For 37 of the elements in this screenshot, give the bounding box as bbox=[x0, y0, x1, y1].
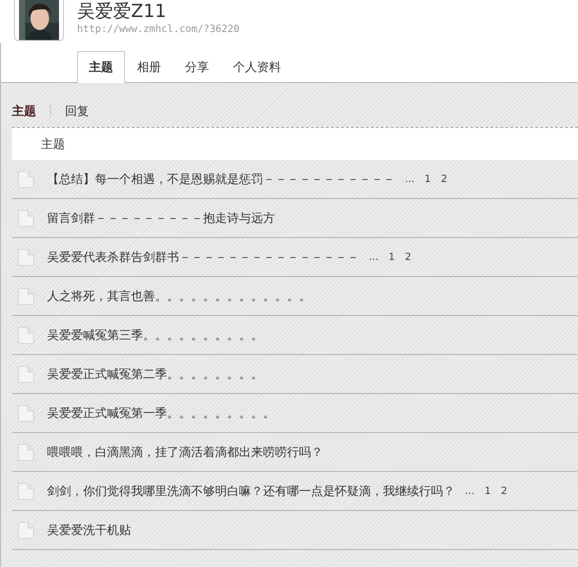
filter-tab[interactable]: 回复 bbox=[65, 102, 89, 120]
document-icon bbox=[18, 482, 34, 500]
thread-title-link[interactable]: 吴爱爱喊冤第三季。。。。。。。。。。 bbox=[47, 326, 263, 344]
tab[interactable]: 相册 bbox=[125, 52, 173, 82]
page-link[interactable]: 1 bbox=[484, 486, 491, 496]
page-link[interactable]: ... bbox=[405, 174, 415, 184]
page-link[interactable]: 2 bbox=[500, 486, 508, 496]
document-icon bbox=[18, 366, 34, 382]
thread-title-link[interactable]: 吴爱爱洗干机贴 bbox=[47, 522, 131, 538]
thread-title-link[interactable]: 人之将死，其言也善。。。。。。。。。。。。。 bbox=[47, 288, 311, 304]
thread-title-link[interactable]: 吴爱爱正式喊冤第一季。。。。。。。。。 bbox=[47, 404, 275, 422]
thread-title-link[interactable]: 【总结】每一个相遇，不是恩赐就是惩罚－－－－－－－－－－－ bbox=[47, 170, 395, 188]
document-icon bbox=[18, 248, 34, 266]
tab[interactable]: 主题 bbox=[77, 51, 125, 83]
page-link[interactable]: 1 bbox=[424, 174, 431, 184]
tab[interactable]: 个人资料 bbox=[221, 52, 293, 82]
page-link[interactable]: ... bbox=[465, 486, 475, 496]
document-icon bbox=[18, 288, 34, 304]
column-heading: 主题 bbox=[41, 136, 65, 152]
user-name: 吴爱爱Z11 bbox=[77, 1, 168, 23]
document-icon bbox=[18, 326, 34, 344]
page-link[interactable]: 2 bbox=[440, 174, 448, 184]
document-icon bbox=[18, 170, 34, 188]
document-icon bbox=[18, 444, 34, 460]
thread-title-link[interactable]: 剑剑，你们觉得我哪里洗滴不够明白嘛？还有哪一点是怀疑滴，我继续行吗？ bbox=[47, 482, 455, 500]
thread-title-link[interactable]: 喂喂喂，白滴黑滴，挂了滴活着滴都出来唠唠行吗？ bbox=[47, 444, 323, 460]
document-icon bbox=[18, 210, 34, 226]
thread-title-link[interactable]: 吴爱爱正式喊冤第二季。。。。。。。。 bbox=[47, 366, 263, 382]
document-icon bbox=[18, 404, 34, 422]
page-link[interactable]: 1 bbox=[388, 252, 395, 262]
document-icon bbox=[18, 522, 34, 538]
filter-tab[interactable]: 主题 bbox=[12, 102, 36, 120]
tab[interactable]: 分享 bbox=[173, 52, 221, 82]
page-link[interactable]: 2 bbox=[404, 252, 412, 262]
page-link[interactable]: ... bbox=[369, 252, 379, 262]
thread-title-link[interactable]: 吴爱爱代表杀群告剑群书－－－－－－－－－－－－－－－ bbox=[47, 248, 359, 266]
thread-title-link[interactable]: 留言剑群－－－－－－－－－抱走诗与远方 bbox=[47, 210, 275, 226]
